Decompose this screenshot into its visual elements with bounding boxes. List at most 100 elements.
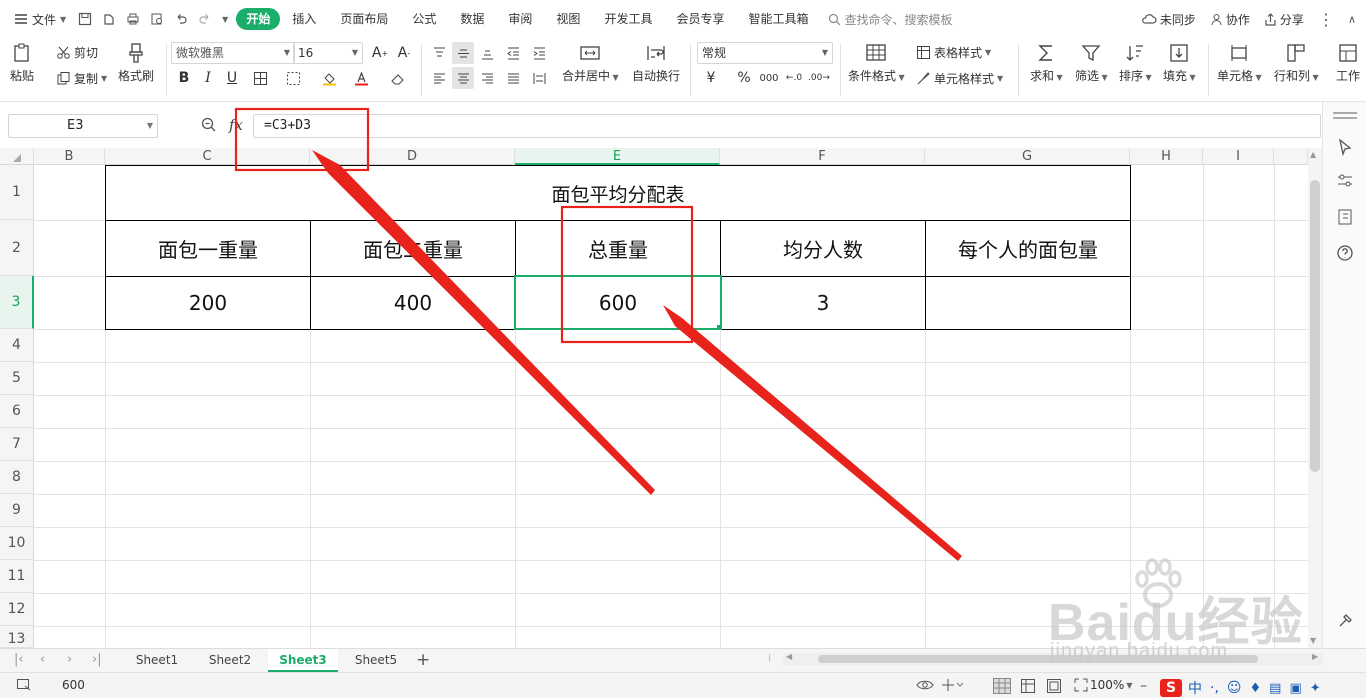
normal-view-icon[interactable] bbox=[993, 678, 1011, 694]
value-cell-g3[interactable] bbox=[926, 277, 1130, 329]
header-cell-f2[interactable]: 均分人数 bbox=[721, 221, 925, 276]
italic-button[interactable]: I bbox=[197, 67, 219, 89]
fill-pattern-button[interactable] bbox=[282, 67, 304, 89]
font-color-button[interactable] bbox=[350, 67, 372, 89]
table-style-button[interactable]: 表格样式 ▼ bbox=[916, 44, 991, 61]
tab-home[interactable]: 开始 bbox=[236, 8, 281, 30]
help-icon[interactable] bbox=[1336, 244, 1354, 262]
justify-button[interactable] bbox=[502, 67, 524, 89]
row-header-6[interactable]: 6 bbox=[0, 395, 34, 428]
filter-button[interactable]: 筛选 ▼ bbox=[1075, 42, 1108, 84]
punctuation-icon[interactable]: ·, bbox=[1210, 680, 1219, 696]
fill-button[interactable]: 填充 ▼ bbox=[1163, 42, 1196, 84]
redo-icon[interactable] bbox=[198, 12, 212, 26]
tab-developer[interactable]: 开发工具 bbox=[592, 8, 664, 30]
splitter-icon[interactable]: ⁞ bbox=[768, 653, 771, 664]
name-box[interactable]: E3 ▼ bbox=[8, 114, 158, 138]
fill-handle[interactable] bbox=[717, 325, 722, 330]
sheet-tab-1[interactable]: Sheet1 bbox=[122, 649, 192, 672]
properties-icon[interactable] bbox=[1336, 172, 1354, 190]
scroll-left-icon[interactable]: ◀ bbox=[786, 652, 792, 661]
paste-button[interactable]: 粘贴 bbox=[10, 42, 34, 84]
page-break-view-icon[interactable] bbox=[1046, 678, 1062, 694]
column-header-e[interactable]: E bbox=[515, 148, 720, 165]
increase-font-button[interactable]: A + bbox=[369, 42, 391, 64]
print-icon[interactable] bbox=[126, 12, 140, 26]
dock-icon[interactable] bbox=[1336, 208, 1354, 226]
tab-smart-tools[interactable]: 智能工具箱 bbox=[736, 8, 820, 30]
value-cell-f3[interactable]: 3 bbox=[721, 277, 925, 329]
row-header-2[interactable]: 2 bbox=[0, 220, 34, 276]
tab-insert[interactable]: 插入 bbox=[280, 8, 328, 30]
copy-button[interactable]: 复制 ▼ bbox=[56, 70, 107, 87]
settings-icon[interactable] bbox=[1336, 612, 1354, 630]
decrease-decimal-button[interactable]: .00→ bbox=[808, 67, 830, 89]
ime-mode-icon[interactable]: 中 bbox=[1188, 678, 1202, 698]
tab-view[interactable]: 视图 bbox=[544, 8, 592, 30]
number-format-select[interactable]: 常规 ▼ bbox=[697, 42, 833, 64]
vertical-scroll-thumb[interactable] bbox=[1310, 180, 1320, 472]
fill-color-button[interactable] bbox=[318, 67, 340, 89]
print-preview-icon[interactable] bbox=[150, 12, 164, 26]
column-header-g[interactable]: G bbox=[925, 148, 1130, 165]
header-cell-g2[interactable]: 每个人的面包量 bbox=[926, 221, 1130, 276]
macro-icon[interactable] bbox=[16, 678, 32, 692]
underline-button[interactable]: U bbox=[221, 67, 243, 89]
tab-page-layout[interactable]: 页面布局 bbox=[328, 8, 400, 30]
decrease-indent-button[interactable] bbox=[502, 42, 524, 64]
row-header-12[interactable]: 12 bbox=[0, 593, 34, 626]
format-painter-button[interactable]: 格式刷 bbox=[118, 42, 154, 84]
more-icon[interactable]: ⋮ bbox=[1318, 10, 1334, 29]
add-sheet-icon[interactable]: + bbox=[416, 650, 430, 670]
row-header-11[interactable]: 11 bbox=[0, 560, 34, 593]
scroll-up-icon[interactable]: ▲ bbox=[1310, 150, 1316, 159]
zoom-out-icon[interactable]: – bbox=[1140, 678, 1147, 694]
align-bottom-button[interactable] bbox=[476, 42, 498, 64]
conditional-format-button[interactable]: 条件格式 ▼ bbox=[848, 42, 905, 84]
select-cursor-icon[interactable] bbox=[1336, 138, 1354, 156]
header-cell-c2[interactable]: 面包一重量 bbox=[106, 221, 310, 276]
view-mode-icon[interactable] bbox=[940, 678, 964, 692]
last-sheet-icon[interactable]: ›| bbox=[92, 652, 102, 667]
mic-icon[interactable]: ♦ bbox=[1250, 681, 1262, 696]
decrease-font-button[interactable]: A- bbox=[393, 42, 415, 64]
percent-button[interactable]: % bbox=[733, 67, 755, 89]
file-menu[interactable]: 文件 ▼ bbox=[0, 11, 66, 28]
table-title-cell[interactable]: 面包平均分配表 bbox=[106, 166, 1130, 220]
save-icon[interactable] bbox=[78, 12, 92, 26]
column-header-b[interactable]: B bbox=[34, 148, 105, 165]
zoom-icon[interactable] bbox=[201, 117, 217, 133]
value-cell-c3[interactable]: 200 bbox=[106, 277, 310, 329]
column-header-f[interactable]: F bbox=[720, 148, 925, 165]
column-header-h[interactable]: H bbox=[1130, 148, 1203, 165]
sort-button[interactable]: 排序 ▼ bbox=[1119, 42, 1152, 84]
next-sheet-icon[interactable]: › bbox=[67, 652, 72, 667]
undo-icon[interactable] bbox=[174, 12, 188, 26]
distribute-button[interactable] bbox=[528, 67, 550, 89]
row-header-10[interactable]: 10 bbox=[0, 527, 34, 560]
column-header-c[interactable]: C bbox=[105, 148, 310, 165]
formula-input[interactable]: =C3+D3 bbox=[253, 114, 1321, 138]
increase-decimal-button[interactable]: ←.0 bbox=[783, 67, 805, 89]
collapse-ribbon-icon[interactable]: ∧ bbox=[1348, 13, 1356, 26]
align-center-button[interactable] bbox=[452, 67, 474, 89]
sheet-tab-5[interactable]: Sheet5 bbox=[341, 649, 411, 672]
worksheet-button[interactable]: 工作 bbox=[1330, 42, 1366, 84]
column-header-d[interactable]: D bbox=[310, 148, 515, 165]
clear-format-button[interactable] bbox=[386, 67, 408, 89]
merge-center-button[interactable]: 合并居中 ▼ bbox=[562, 42, 619, 84]
tab-member[interactable]: 会员专享 bbox=[664, 8, 736, 30]
thousands-button[interactable]: 000 bbox=[758, 67, 780, 89]
sheet-tab-2[interactable]: Sheet2 bbox=[195, 649, 265, 672]
increase-indent-button[interactable] bbox=[528, 42, 550, 64]
border-button[interactable] bbox=[249, 67, 271, 89]
select-all-corner[interactable] bbox=[0, 148, 34, 165]
header-cell-d2[interactable]: 面包二重量 bbox=[311, 221, 515, 276]
export-icon[interactable] bbox=[102, 12, 116, 26]
first-sheet-icon[interactable]: |‹ bbox=[14, 652, 24, 667]
spreadsheet-grid[interactable]: B C D E F G H I 1 2 3 4 5 6 7 8 9 10 11 … bbox=[0, 148, 1308, 648]
sogou-icon[interactable]: S bbox=[1160, 679, 1182, 697]
tools-icon[interactable]: ✦ bbox=[1310, 681, 1321, 696]
column-header-i[interactable]: I bbox=[1203, 148, 1274, 165]
tab-data[interactable]: 数据 bbox=[448, 8, 496, 30]
